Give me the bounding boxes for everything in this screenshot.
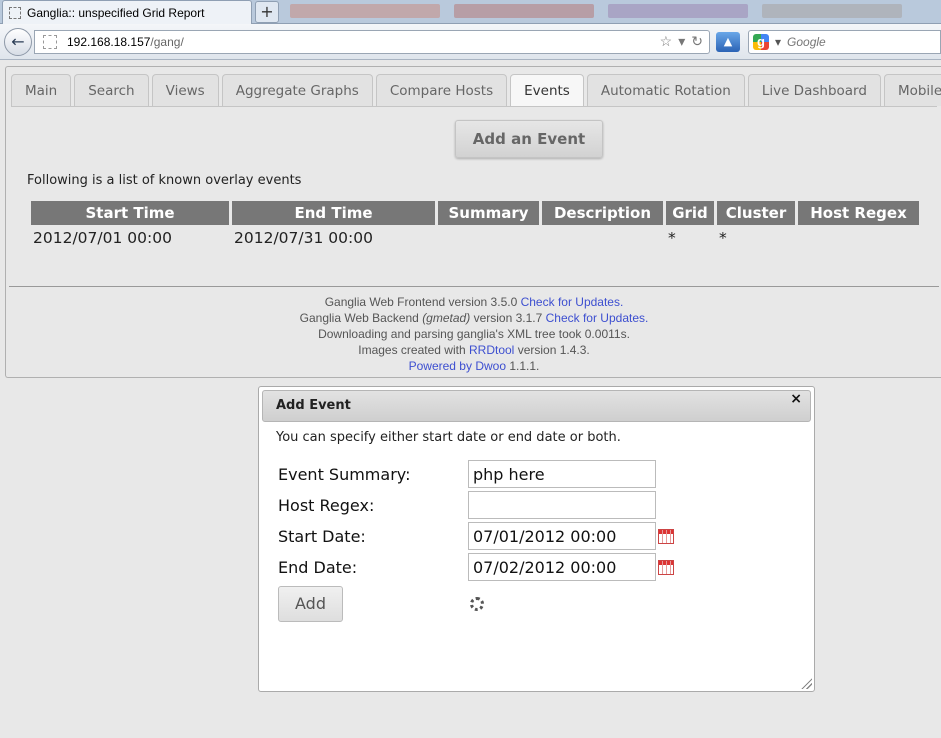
images-label: Images created with <box>358 343 466 357</box>
resize-handle-icon[interactable] <box>800 677 812 689</box>
page-favicon-icon <box>9 6 21 19</box>
main-tabs: Main Search Views Aggregate Graphs Compa… <box>11 74 941 107</box>
site-identity-icon[interactable] <box>43 35 57 49</box>
blurred-tab[interactable] <box>762 4 902 18</box>
frontend-version: Ganglia Web Frontend version 3.5.0 <box>324 295 518 309</box>
browser-tab-strip: Ganglia:: unspecified Grid Report + <box>0 0 941 24</box>
end-date-row: End Date: <box>278 553 674 581</box>
events-table: Start Time End Time Summary Description … <box>28 201 922 251</box>
rrdtool-link[interactable]: RRDtool <box>469 343 514 357</box>
end-date-label: End Date: <box>278 557 358 577</box>
other-tabs <box>290 4 902 18</box>
cell-host-regex <box>798 225 919 251</box>
column-header: Host Regex <box>798 201 919 225</box>
tabs-divider <box>11 106 937 107</box>
url-path: /gang/ <box>150 35 184 49</box>
column-header: Description <box>542 201 663 225</box>
browser-tab[interactable]: Ganglia:: unspecified Grid Report <box>2 0 252 24</box>
backend-gmetad: (gmetad) <box>422 311 471 325</box>
table-row: 2012/07/01 00:00 2012/07/31 00:00 * * <box>31 225 919 251</box>
dialog-note: You can specify either start date or end… <box>276 430 621 445</box>
host-regex-row: Host Regex: <box>278 491 656 519</box>
close-icon[interactable]: × <box>790 391 802 407</box>
backend-check-updates-link[interactable]: Check for Updates. <box>546 311 649 325</box>
add-an-event-button[interactable]: Add an Event <box>455 120 603 158</box>
parse-time-text: Downloading and parsing ganglia's XML tr… <box>318 327 630 341</box>
reload-icon[interactable]: ↻ <box>691 33 703 50</box>
table-header-row: Start Time End Time Summary Description … <box>31 201 919 225</box>
tab-aggregate-graphs[interactable]: Aggregate Graphs <box>221 74 373 106</box>
footer-divider <box>9 286 939 287</box>
event-summary-input[interactable] <box>468 460 656 488</box>
start-date-row: Start Date: <box>278 522 674 550</box>
search-placeholder: Google <box>787 35 826 49</box>
calendar-icon[interactable] <box>658 559 674 575</box>
tab-live-dashboard[interactable]: Live Dashboard <box>747 74 881 106</box>
cell-grid: * <box>668 229 676 247</box>
events-intro-text: Following is a list of known overlay eve… <box>27 173 302 188</box>
bookmark-star-icon[interactable]: ☆ <box>660 33 673 50</box>
new-tab-button[interactable]: + <box>255 1 279 23</box>
tab-events[interactable]: Events <box>510 74 584 107</box>
cell-summary <box>438 225 539 251</box>
page-footer: Ganglia Web Frontend version 3.5.0 Check… <box>6 294 941 374</box>
blurred-tab[interactable] <box>290 4 440 18</box>
google-logo-icon[interactable]: g <box>753 34 769 50</box>
cell-cluster: * <box>719 229 727 247</box>
dialog-title: Add Event <box>276 398 351 413</box>
tab-main[interactable]: Main <box>11 74 72 106</box>
column-header: Summary <box>438 201 539 225</box>
add-button[interactable]: Add <box>278 586 343 622</box>
loading-spinner-icon <box>470 597 484 611</box>
url-host: 192.168.18.157 <box>67 35 151 49</box>
tab-views[interactable]: Views <box>151 74 219 106</box>
blurred-tab[interactable] <box>454 4 594 18</box>
search-box[interactable]: g ▾ Google <box>748 30 941 54</box>
dropdown-arrow-icon[interactable]: ▾ <box>678 33 685 50</box>
blurred-tab[interactable] <box>608 4 748 18</box>
back-arrow-icon[interactable]: ← <box>4 28 32 56</box>
start-date-input[interactable] <box>468 522 656 550</box>
summary-row: Event Summary: <box>278 460 656 488</box>
navigation-toolbar: ← 192.168.18.157 /gang/ ☆ ▾ ↻ ▲ g ▾ Goog… <box>0 24 941 60</box>
add-event-dialog: Add Event × You can specify either start… <box>258 386 815 692</box>
column-header: Grid <box>666 201 714 225</box>
summary-label: Event Summary: <box>278 464 411 484</box>
column-header: End Time <box>232 201 435 225</box>
tab-automatic-rotation[interactable]: Automatic Rotation <box>586 74 745 106</box>
calendar-icon[interactable] <box>658 528 674 544</box>
address-bar[interactable]: 192.168.18.157 /gang/ ☆ ▾ ↻ <box>34 30 710 54</box>
backend-label: Ganglia Web Backend <box>299 311 419 325</box>
tab-compare-hosts[interactable]: Compare Hosts <box>375 74 508 106</box>
extension-icon[interactable]: ▲ <box>716 32 740 52</box>
start-date-label: Start Date: <box>278 526 366 546</box>
tab-mobile[interactable]: Mobile <box>883 74 941 106</box>
end-date-input[interactable] <box>468 553 656 581</box>
column-header: Cluster <box>717 201 795 225</box>
tab-search[interactable]: Search <box>74 74 149 106</box>
dwoo-version: 1.1.1. <box>509 359 540 373</box>
ganglia-page: Main Search Views Aggregate Graphs Compa… <box>5 66 941 378</box>
browser-tab-title: Ganglia:: unspecified Grid Report <box>27 5 205 20</box>
host-regex-label: Host Regex: <box>278 495 375 515</box>
column-header: Start Time <box>31 201 229 225</box>
backend-version: version 3.1.7 <box>473 311 543 325</box>
dialog-titlebar[interactable]: Add Event × <box>262 390 811 422</box>
rrdtool-version: version 1.4.3. <box>517 343 590 357</box>
cell-start-time: 2012/07/01 00:00 <box>33 229 172 247</box>
cell-end-time: 2012/07/31 00:00 <box>234 229 373 247</box>
dropdown-arrow-icon[interactable]: ▾ <box>775 35 781 49</box>
cell-description <box>542 225 663 251</box>
frontend-check-updates-link[interactable]: Check for Updates. <box>521 295 624 309</box>
host-regex-input[interactable] <box>468 491 656 519</box>
powered-by-dwoo-link[interactable]: Powered by Dwoo <box>409 359 506 373</box>
